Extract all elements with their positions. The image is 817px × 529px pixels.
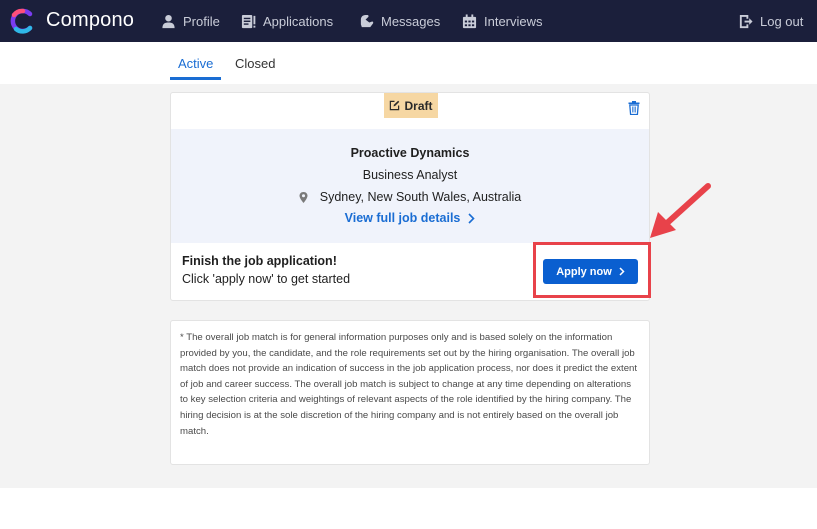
active-tab-indicator (170, 77, 221, 80)
applications-icon (241, 14, 256, 28)
finish-application-subtitle: Click 'apply now' to get started (182, 272, 351, 286)
job-match-disclaimer: * The overall job match is for general i… (170, 320, 650, 465)
nav-interviews-label: Interviews (484, 13, 543, 29)
edit-icon (390, 100, 400, 111)
annotation-highlight-box (533, 242, 651, 298)
nav-profile[interactable]: Profile (161, 0, 220, 42)
status-badge-label: Draft (404, 98, 433, 113)
messages-icon (360, 14, 374, 27)
chevron-right-icon (468, 212, 476, 224)
footer-area (0, 488, 817, 529)
brand-name[interactable]: Compono (46, 9, 134, 32)
view-job-details-label: View full job details (344, 211, 461, 225)
view-job-details-link[interactable]: View full job details (171, 211, 649, 225)
finish-application-title: Finish the job application! (182, 254, 337, 268)
job-location: Sydney, New South Wales, Australia (171, 190, 649, 204)
trash-icon[interactable] (628, 101, 640, 115)
logout-button[interactable]: Log out (738, 0, 803, 42)
tab-closed[interactable]: Closed (235, 42, 275, 84)
company-name: Proactive Dynamics (350, 146, 470, 160)
person-icon (162, 14, 175, 28)
job-location-label: Sydney, New South Wales, Australia (319, 190, 522, 204)
job-summary: Proactive Dynamics Business Analyst Sydn… (171, 129, 649, 243)
logout-icon (739, 14, 753, 28)
annotation-arrow-icon (650, 183, 711, 238)
top-navbar: Compono Profile Applications Messages In… (0, 0, 817, 42)
nav-profile-label: Profile (183, 13, 220, 29)
status-badge: Draft (384, 93, 438, 118)
logout-label: Log out (760, 13, 804, 29)
job-title: Business Analyst (362, 168, 458, 182)
nav-applications-label: Applications (263, 13, 334, 29)
nav-applications[interactable]: Applications (241, 0, 333, 42)
compono-logo[interactable] (8, 8, 38, 34)
nav-messages-label: Messages (381, 13, 441, 29)
nav-interviews[interactable]: Interviews (462, 0, 543, 42)
nav-messages[interactable]: Messages (359, 0, 440, 42)
calendar-icon (462, 13, 477, 28)
status-tabs: Active Closed (0, 42, 817, 84)
location-pin-icon (299, 191, 308, 203)
